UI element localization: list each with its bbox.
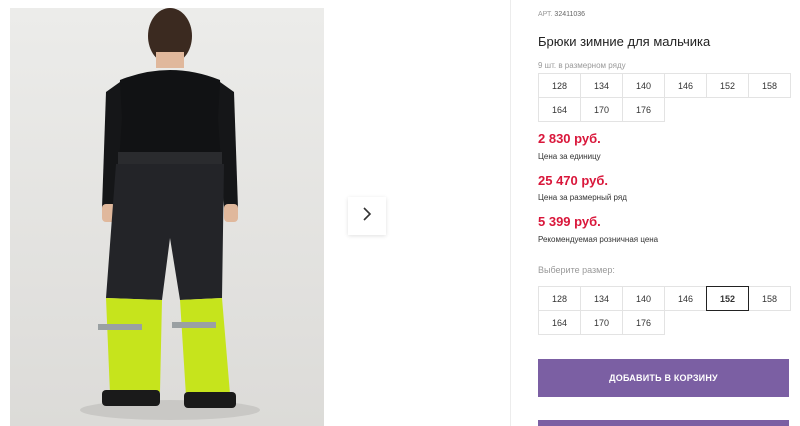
price-row: 25 470 руб. (538, 173, 609, 188)
sku-line: АРТ. 32411036 (538, 11, 585, 18)
secondary-action-button[interactable] (538, 420, 789, 426)
size-row-note: 9 шт. в размерном ряду (538, 61, 626, 70)
gallery-next-button[interactable] (348, 197, 386, 235)
sku-value: 32411036 (554, 11, 586, 18)
chevron-right-icon (361, 206, 373, 227)
size-row-cell: 134 (580, 73, 623, 98)
price-unit: 2 830 руб. (538, 131, 601, 146)
product-title: Брюки зимние для мальчика (538, 34, 711, 49)
size-option-selected[interactable]: 152 (706, 286, 749, 311)
price-retail: 5 399 руб. (538, 214, 601, 229)
size-row-cell: 146 (664, 73, 707, 98)
size-option[interactable]: 176 (622, 310, 665, 335)
size-row-cell: 170 (580, 97, 623, 122)
size-option[interactable]: 170 (580, 310, 623, 335)
size-row-cell: 164 (538, 97, 581, 122)
product-info-panel: АРТ. 32411036 Брюки зимние для мальчика … (538, 0, 800, 426)
size-row-cell: 176 (622, 97, 665, 122)
size-option[interactable]: 140 (622, 286, 665, 311)
product-photo (10, 8, 324, 426)
price-retail-caption: Рекомендуемая розничная цена (538, 235, 659, 244)
size-option[interactable]: 128 (538, 286, 581, 311)
size-row-grid: 128 134 140 146 152 158 164 170 176 (538, 73, 800, 122)
size-row-cell: 152 (706, 73, 749, 98)
size-option[interactable]: 164 (538, 310, 581, 335)
size-option[interactable]: 158 (748, 286, 791, 311)
product-gallery (0, 0, 510, 426)
size-row-cell: 140 (622, 73, 665, 98)
size-row-cell: 158 (748, 73, 791, 98)
price-row-caption: Цена за размерный ряд (538, 193, 627, 202)
size-option[interactable]: 146 (664, 286, 707, 311)
price-unit-caption: Цена за единицу (538, 152, 601, 161)
size-selector: 128 134 140 146 152 158 164 170 176 (538, 286, 800, 335)
size-row-cell: 128 (538, 73, 581, 98)
size-option[interactable]: 134 (580, 286, 623, 311)
add-to-cart-button[interactable]: ДОБАВИТЬ В КОРЗИНУ (538, 359, 789, 397)
sku-label: АРТ. (538, 11, 553, 18)
choose-size-label: Выберите размер: (538, 265, 615, 275)
panel-divider (510, 0, 511, 426)
